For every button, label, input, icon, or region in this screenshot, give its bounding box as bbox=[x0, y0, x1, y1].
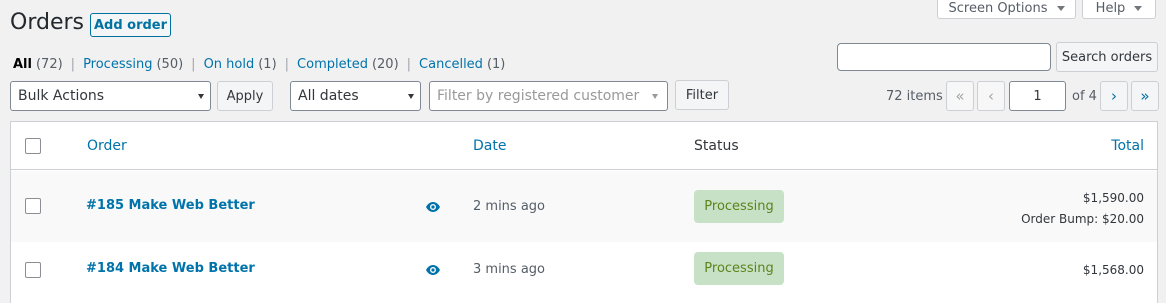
customer-filter-select[interactable]: Filter by registered customer bbox=[429, 81, 668, 111]
chevron-down-icon bbox=[198, 94, 204, 99]
caret-down-icon bbox=[1056, 5, 1065, 11]
column-total[interactable]: Total bbox=[1111, 138, 1144, 154]
customer-filter-placeholder: Filter by registered customer bbox=[437, 88, 640, 104]
apply-button[interactable]: Apply bbox=[217, 81, 273, 111]
order-total-note: Order Bump: $20.00 bbox=[1021, 212, 1144, 226]
eye-icon[interactable] bbox=[426, 265, 440, 275]
view-all[interactable]: All (72) bbox=[13, 57, 63, 72]
order-date: 2 mins ago bbox=[473, 199, 545, 214]
screen-options-button[interactable]: Screen Options bbox=[937, 0, 1076, 19]
status-badge: Processing bbox=[694, 252, 784, 285]
last-page-button[interactable]: » bbox=[1131, 81, 1159, 111]
select-all-checkbox[interactable] bbox=[25, 138, 41, 154]
page-title: Orders bbox=[10, 10, 84, 35]
view-on-hold[interactable]: On hold (1) bbox=[204, 57, 277, 72]
chevron-down-icon bbox=[652, 94, 658, 99]
first-page-button[interactable]: « bbox=[946, 81, 974, 111]
search-orders-button[interactable]: Search orders bbox=[1056, 42, 1158, 72]
dates-value: All dates bbox=[298, 88, 359, 104]
separator: | bbox=[191, 57, 196, 72]
help-button[interactable]: Help bbox=[1082, 0, 1156, 19]
column-date[interactable]: Date bbox=[473, 138, 506, 154]
dates-select[interactable]: All dates bbox=[290, 81, 421, 111]
row-checkbox[interactable] bbox=[25, 262, 41, 278]
view-processing[interactable]: Processing (50) bbox=[83, 57, 183, 72]
table-row[interactable]: #185 Make Web Better 2 mins ago Processi… bbox=[11, 171, 1157, 242]
bulk-actions-select[interactable]: Bulk Actions bbox=[10, 81, 211, 111]
row-checkbox[interactable] bbox=[25, 198, 41, 214]
separator: | bbox=[406, 57, 412, 72]
search-input[interactable] bbox=[837, 43, 1051, 71]
eye-icon[interactable] bbox=[426, 202, 440, 212]
order-total: $1,590.00 bbox=[1082, 191, 1144, 205]
screen-options-label: Screen Options bbox=[948, 0, 1048, 16]
prev-page-button[interactable]: ‹ bbox=[977, 81, 1005, 111]
column-status: Status bbox=[694, 138, 739, 154]
items-count: 72 items bbox=[886, 89, 943, 104]
chevron-down-icon bbox=[408, 94, 414, 99]
order-total: $1,568.00 bbox=[1082, 263, 1144, 277]
help-label: Help bbox=[1095, 0, 1126, 16]
total-pages: of 4 bbox=[1072, 89, 1097, 104]
column-order[interactable]: Order bbox=[87, 138, 127, 154]
separator: | bbox=[70, 57, 76, 72]
next-page-button[interactable]: › bbox=[1100, 81, 1128, 111]
table-row[interactable]: #184 Make Web Better 3 mins ago Processi… bbox=[11, 242, 1157, 303]
view-completed[interactable]: Completed (20) bbox=[297, 57, 399, 72]
view-cancelled[interactable]: Cancelled (1) bbox=[419, 57, 505, 72]
bulk-actions-value: Bulk Actions bbox=[18, 88, 105, 104]
caret-down-icon bbox=[1134, 5, 1143, 11]
orders-table: Order Date Status Total #185 Make Web Be… bbox=[10, 121, 1158, 303]
order-date: 3 mins ago bbox=[473, 262, 545, 277]
order-link[interactable]: #185 Make Web Better bbox=[86, 198, 255, 213]
order-link[interactable]: #184 Make Web Better bbox=[86, 261, 255, 276]
status-badge: Processing bbox=[694, 190, 784, 223]
separator: | bbox=[284, 57, 290, 72]
add-order-button[interactable]: Add order bbox=[90, 13, 171, 37]
order-status-filters: All (72) | Processing (50) | On hold (1) | … bbox=[13, 57, 505, 72]
filter-button[interactable]: Filter bbox=[675, 80, 729, 110]
current-page-input[interactable]: 1 bbox=[1009, 81, 1066, 111]
table-header: Order Date Status Total bbox=[11, 122, 1157, 170]
